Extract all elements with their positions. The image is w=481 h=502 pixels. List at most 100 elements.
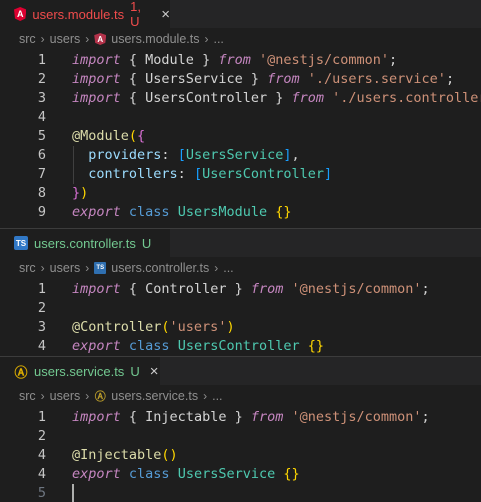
code-text: import { Injectable } from '@nestjs/comm… (72, 408, 430, 427)
code-line[interactable]: 4 export class UsersService {} (0, 465, 481, 484)
code-token: import (72, 71, 121, 87)
breadcrumb: src › users › TS users.controller.ts › .… (0, 257, 481, 279)
code-token: from (218, 52, 251, 68)
tab-users-module[interactable]: A users.module.ts 1, U × (0, 0, 170, 29)
code-text: controllers: [UsersController] (72, 165, 332, 184)
code-token: } (226, 281, 251, 297)
code-text: providers: [UsersService], (72, 146, 300, 165)
breadcrumb-more[interactable]: ... (223, 261, 233, 275)
code-token: import (72, 90, 121, 106)
code-editor[interactable]: 1 import { Controller } from '@nestjs/com… (0, 280, 481, 356)
code-token: './users.service' (307, 71, 446, 87)
breadcrumb-users[interactable]: users (50, 389, 81, 403)
code-line[interactable]: 3 @Controller('users') (0, 318, 481, 337)
code-line[interactable]: 8}) (0, 184, 481, 203)
line-number: 6 (37, 147, 46, 163)
code-token: ( (161, 319, 170, 335)
tab-status: 1, U (130, 0, 141, 29)
line-number: 9 (37, 204, 46, 220)
code-line[interactable]: 1 import { Module } from '@nestjs/common'… (0, 51, 481, 70)
chevron-right-icon: › (85, 32, 90, 46)
line-number: 4 (37, 338, 46, 354)
code-token: UsersController (177, 338, 300, 354)
code-line[interactable]: 4 @Injectable() (0, 446, 481, 465)
code-line[interactable]: 9 export class UsersModule {} (0, 203, 481, 222)
code-token: , (291, 147, 300, 163)
typescript-icon: TS (14, 236, 28, 250)
code-token: {} (275, 204, 292, 220)
code-token: ; (421, 409, 430, 425)
code-token: UsersService (185, 147, 284, 163)
tab-users-controller[interactable]: TS users.controller.ts U (0, 229, 170, 257)
line-number: 2 (37, 300, 46, 316)
code-token: class (128, 204, 170, 220)
code-token: [ (177, 147, 186, 163)
code-token: UsersService (145, 71, 243, 87)
code-token: {} (307, 338, 325, 354)
tab-users-service[interactable]: Ⓐ users.service.ts U × (0, 357, 160, 385)
code-line[interactable]: 4 export class UsersController {} (0, 337, 481, 356)
code-token: providers (88, 147, 162, 163)
code-token: import (72, 52, 121, 68)
breadcrumb-users[interactable]: users (50, 32, 81, 46)
chevron-right-icon: › (40, 32, 45, 46)
code-editor[interactable]: 1 import { Module } from '@nestjs/common'… (0, 51, 481, 222)
code-editor[interactable]: 1 import { Injectable } from '@nestjs/com… (0, 408, 481, 502)
code-text: }) (72, 184, 88, 203)
code-token: } (267, 90, 292, 106)
code-text: import { Controller } from '@nestjs/comm… (72, 280, 430, 299)
breadcrumb-file[interactable]: users.module.ts (111, 32, 199, 46)
breadcrumb-more[interactable]: ... (212, 389, 222, 403)
code-token: } (193, 52, 219, 68)
breadcrumb-file[interactable]: users.controller.ts (111, 261, 209, 275)
code-text: export class UsersService {} (72, 465, 300, 484)
code-token: class (128, 466, 170, 482)
line-number: 8 (37, 185, 46, 201)
breadcrumb-more[interactable]: ... (213, 32, 223, 46)
breadcrumb-src[interactable]: src (19, 261, 36, 275)
code-line[interactable]: 3 import { UsersController } from './user… (0, 89, 481, 108)
tab-status: U (130, 363, 140, 379)
line-number: 4 (37, 466, 46, 482)
code-line[interactable]: 5 @Module({ (0, 127, 481, 146)
breadcrumb-users[interactable]: users (50, 261, 81, 275)
code-token: @Controller (72, 319, 162, 335)
code-line[interactable]: 2 (0, 427, 481, 446)
tab-label: users.module.ts (32, 6, 125, 22)
code-text: import { UsersController } from './users… (72, 89, 481, 108)
line-number: 7 (37, 166, 46, 182)
code-token: Controller (145, 281, 227, 297)
code-text: import { UsersService } from './users.se… (72, 70, 454, 89)
code-line[interactable]: 4 (0, 108, 481, 127)
tab-label: users.controller.ts (34, 235, 136, 251)
breadcrumb-src[interactable]: src (19, 32, 36, 46)
chevron-right-icon: › (85, 389, 90, 403)
tab-label: users.service.ts (34, 363, 125, 379)
close-icon[interactable]: × (161, 6, 170, 23)
indent-guide (73, 146, 74, 184)
breadcrumb-src[interactable]: src (19, 389, 36, 403)
close-icon[interactable]: × (150, 363, 159, 380)
angular-outline-icon: Ⓐ (14, 364, 28, 380)
code-token: import (72, 409, 121, 425)
chevron-right-icon: › (204, 32, 209, 46)
code-token: { (137, 128, 146, 144)
code-token: : (177, 166, 194, 182)
code-token: UsersModule (177, 204, 268, 220)
code-token: ] (283, 147, 292, 163)
breadcrumb-file[interactable]: users.service.ts (111, 389, 198, 403)
tab-bar: A users.module.ts 1, U × (0, 0, 481, 29)
code-line[interactable]: 1 import { Controller } from '@nestjs/com… (0, 280, 481, 299)
angular-icon: A (94, 33, 107, 45)
tab-bar: TS users.controller.ts U (0, 229, 481, 257)
code-token: Module (145, 52, 194, 68)
code-line[interactable]: 1 import { Injectable } from '@nestjs/com… (0, 408, 481, 427)
code-token: ; (389, 52, 398, 68)
code-line[interactable]: 2 (0, 299, 481, 318)
code-token: UsersController (145, 90, 268, 106)
code-line[interactable]: 2 import { UsersService } from './users.s… (0, 70, 481, 89)
